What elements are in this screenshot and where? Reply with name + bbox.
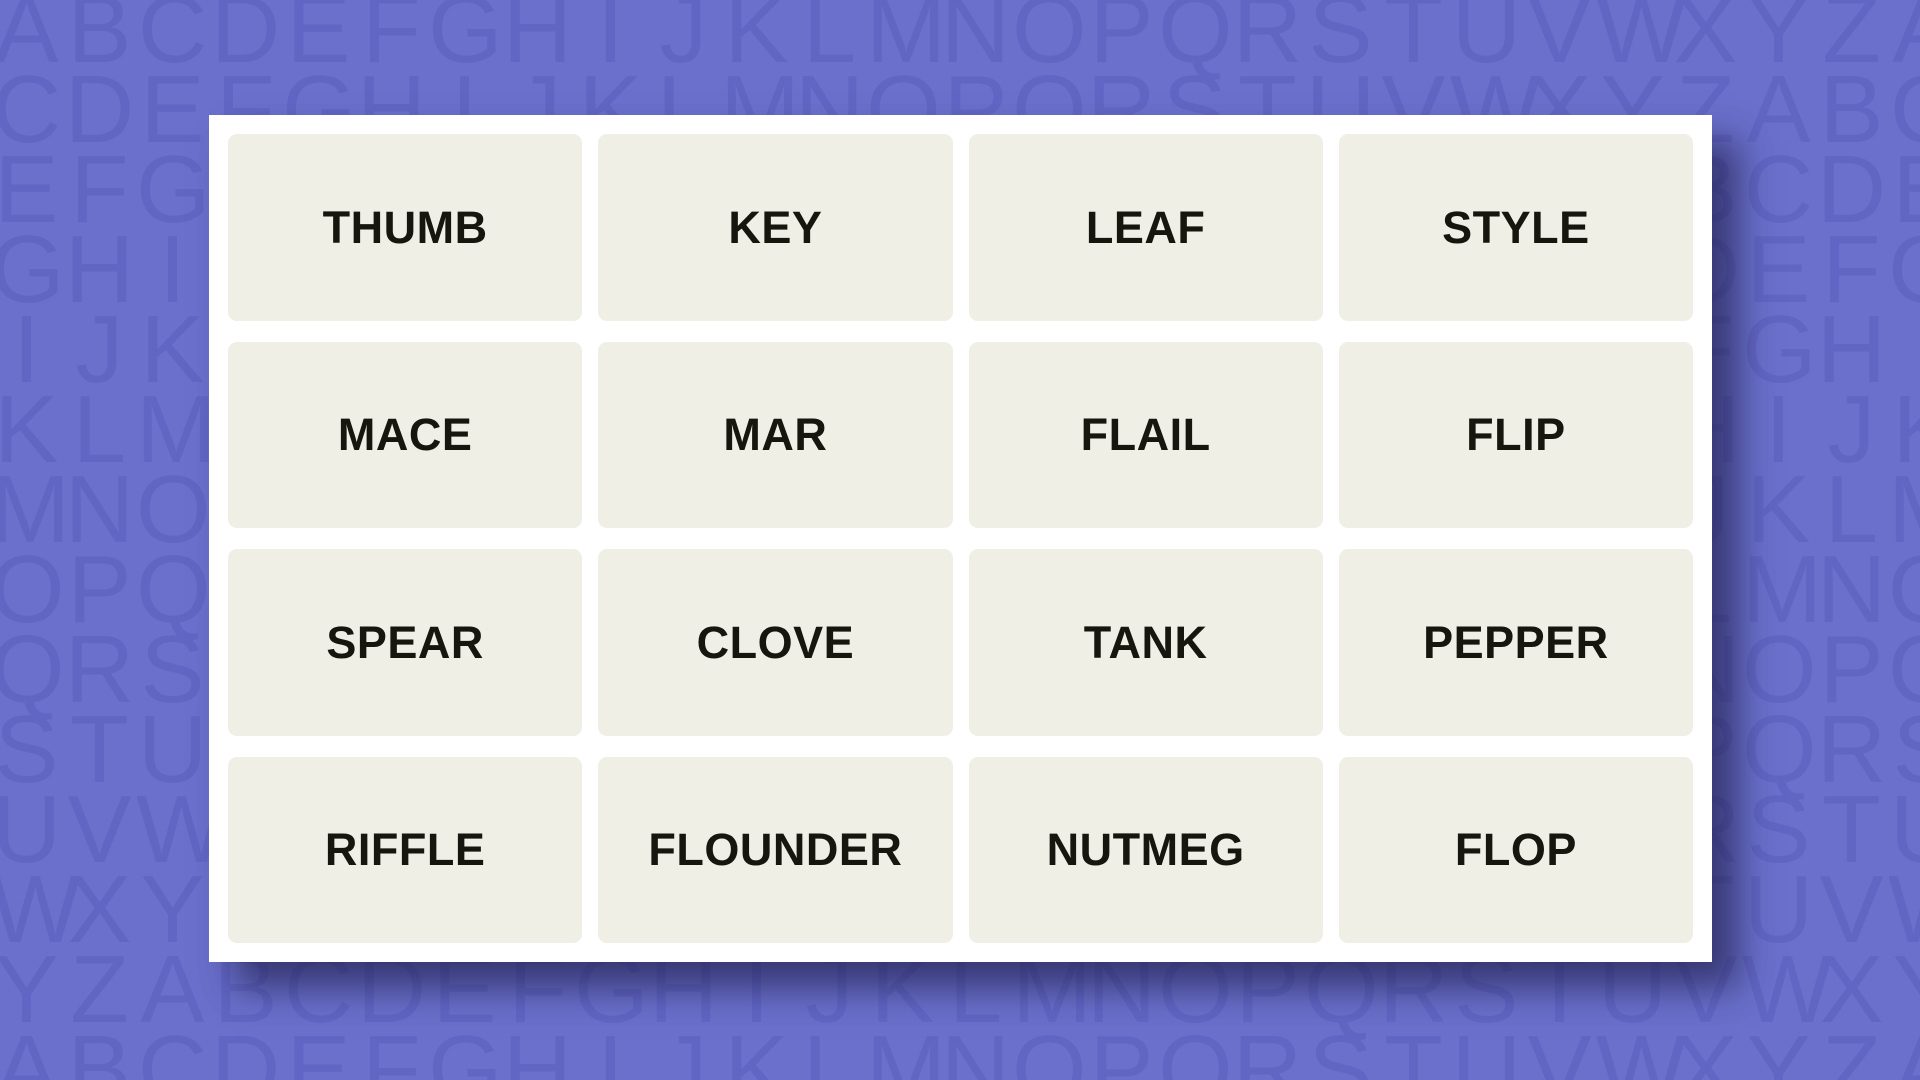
- word-tile-label: FLOUNDER: [648, 824, 903, 876]
- word-tile-label: MAR: [723, 409, 828, 461]
- word-tile-label: CLOVE: [696, 616, 855, 668]
- word-tile-label: FLAIL: [1080, 409, 1211, 461]
- word-tile-label: LEAF: [1085, 201, 1206, 253]
- word-tile-label: NUTMEG: [1046, 824, 1245, 876]
- word-tile[interactable]: FLOP: [1338, 756, 1693, 943]
- word-tile[interactable]: PEPPER: [1338, 549, 1693, 736]
- word-tile-label: STYLE: [1442, 201, 1590, 253]
- word-tile-label: TANK: [1083, 616, 1208, 668]
- word-tile-label: FLOP: [1454, 824, 1577, 876]
- word-tile-label: RIFFLE: [324, 824, 486, 876]
- word-tile[interactable]: KEY: [598, 134, 953, 321]
- background-letter-row: ABCDEFGHIJKLMNOPQRSTUVWXYZABCDEF: [0, 0, 1920, 83]
- word-tile[interactable]: FLOUNDER: [598, 756, 953, 943]
- word-tile[interactable]: FLIP: [1338, 341, 1693, 528]
- word-tile[interactable]: RIFFLE: [228, 756, 583, 943]
- word-tile[interactable]: LEAF: [968, 134, 1323, 321]
- word-tile-label: FLIP: [1466, 409, 1566, 461]
- word-tile[interactable]: STYLE: [1338, 134, 1693, 321]
- word-tile[interactable]: CLOVE: [598, 549, 953, 736]
- word-tile[interactable]: MAR: [598, 341, 953, 528]
- word-puzzle-panel: THUMB KEY LEAF STYLE MACE MAR FLAIL FLIP SPEAR CL…: [209, 115, 1712, 962]
- word-tile-label: MACE: [337, 409, 473, 461]
- word-tile[interactable]: SPEAR: [228, 549, 583, 736]
- word-tile-grid: THUMB KEY LEAF STYLE MACE MAR FLAIL FLIP SPEAR CL…: [228, 134, 1693, 943]
- word-tile[interactable]: NUTMEG: [968, 756, 1323, 943]
- word-tile[interactable]: FLAIL: [968, 341, 1323, 528]
- word-tile[interactable]: THUMB: [228, 134, 583, 321]
- word-tile[interactable]: TANK: [968, 549, 1323, 736]
- word-tile-label: SPEAR: [326, 616, 484, 668]
- word-tile-label: PEPPER: [1423, 616, 1609, 668]
- background-letter-row: ABCDEFGHIJKLMNOPQRSTUVWXYZABCDEF: [0, 1016, 1920, 1080]
- word-tile-label: KEY: [728, 201, 823, 253]
- word-tile-label: THUMB: [322, 201, 488, 253]
- word-tile[interactable]: MACE: [228, 341, 583, 528]
